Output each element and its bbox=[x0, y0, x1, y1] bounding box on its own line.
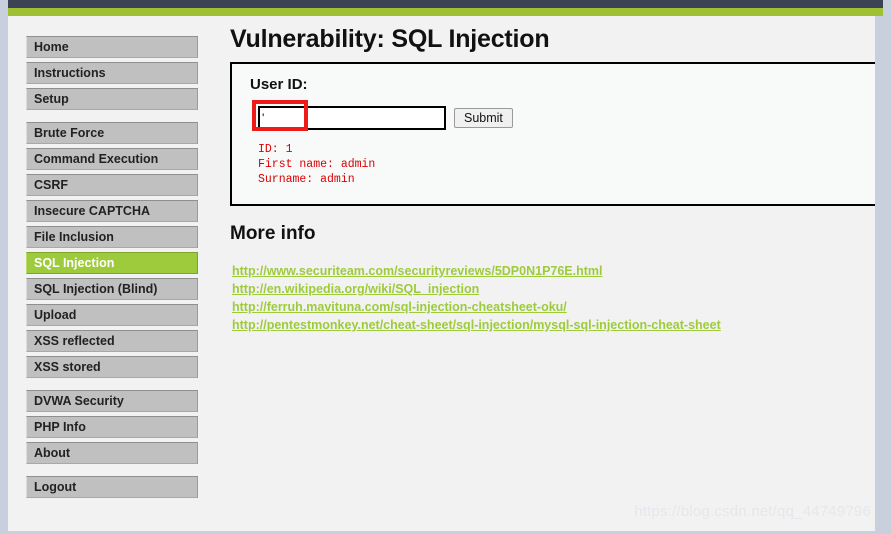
page-frame: Home Instructions Setup Brute Force Comm… bbox=[8, 0, 883, 534]
sidebar-item-instructions[interactable]: Instructions bbox=[26, 62, 198, 84]
sidebar-item-dvwa-security[interactable]: DVWA Security bbox=[26, 390, 198, 412]
sidebar-group-main: Home Instructions Setup bbox=[8, 36, 204, 110]
sidebar-group-tools: DVWA Security PHP Info About bbox=[8, 390, 204, 464]
sidebar-item-csrf[interactable]: CSRF bbox=[26, 174, 198, 196]
sidebar-item-xss-reflected[interactable]: XSS reflected bbox=[26, 330, 198, 352]
user-id-label: User ID: bbox=[250, 76, 308, 93]
vulnerability-form-box: User ID: Submit ID: 1 First name: admin … bbox=[230, 62, 883, 206]
sidebar-navigation: Home Instructions Setup Brute Force Comm… bbox=[8, 16, 204, 534]
sidebar-group-session: Logout bbox=[8, 476, 204, 498]
list-item: http://ferruh.mavituna.com/sql-injection… bbox=[232, 298, 721, 316]
sidebar-item-php-info[interactable]: PHP Info bbox=[26, 416, 198, 438]
more-info-link-ferruh-mavituna[interactable]: http://ferruh.mavituna.com/sql-injection… bbox=[232, 300, 567, 315]
query-result-output: ID: 1 First name: admin Surname: admin bbox=[258, 143, 376, 186]
sidebar-item-logout[interactable]: Logout bbox=[26, 476, 198, 498]
sidebar-item-home[interactable]: Home bbox=[26, 36, 198, 58]
top-dark-bar bbox=[8, 0, 883, 8]
sidebar-item-upload[interactable]: Upload bbox=[26, 304, 198, 326]
list-item: http://www.securiteam.com/securityreview… bbox=[232, 262, 721, 280]
sidebar-item-brute-force[interactable]: Brute Force bbox=[26, 122, 198, 144]
main-content: Vulnerability: SQL Injection User ID: Su… bbox=[230, 16, 883, 534]
submit-button[interactable]: Submit bbox=[454, 108, 513, 128]
sidebar-group-vulnerabilities: Brute Force Command Execution CSRF Insec… bbox=[8, 122, 204, 378]
sidebar-item-sql-injection-blind[interactable]: SQL Injection (Blind) bbox=[26, 278, 198, 300]
sidebar-item-setup[interactable]: Setup bbox=[26, 88, 198, 110]
sidebar-item-insecure-captcha[interactable]: Insecure CAPTCHA bbox=[26, 200, 198, 222]
more-info-link-list: http://www.securiteam.com/securityreview… bbox=[232, 262, 721, 334]
top-green-accent-bar bbox=[8, 8, 883, 16]
more-info-heading: More info bbox=[230, 223, 316, 244]
list-item: http://pentestmonkey.net/cheat-sheet/sql… bbox=[232, 316, 721, 334]
more-info-link-wikipedia[interactable]: http://en.wikipedia.org/wiki/SQL_injecti… bbox=[232, 282, 479, 297]
page-title: Vulnerability: SQL Injection bbox=[230, 25, 550, 53]
sidebar-item-command-execution[interactable]: Command Execution bbox=[26, 148, 198, 170]
more-info-link-pentestmonkey[interactable]: http://pentestmonkey.net/cheat-sheet/sql… bbox=[232, 318, 721, 333]
sidebar-item-file-inclusion[interactable]: File Inclusion bbox=[26, 226, 198, 248]
list-item: http://en.wikipedia.org/wiki/SQL_injecti… bbox=[232, 280, 721, 298]
sidebar-item-about[interactable]: About bbox=[26, 442, 198, 464]
user-id-input[interactable] bbox=[258, 106, 446, 130]
user-id-form-row: Submit bbox=[258, 106, 513, 130]
sidebar-item-xss-stored[interactable]: XSS stored bbox=[26, 356, 198, 378]
sidebar-item-sql-injection[interactable]: SQL Injection bbox=[26, 252, 198, 274]
more-info-link-securiteam[interactable]: http://www.securiteam.com/securityreview… bbox=[232, 264, 603, 279]
